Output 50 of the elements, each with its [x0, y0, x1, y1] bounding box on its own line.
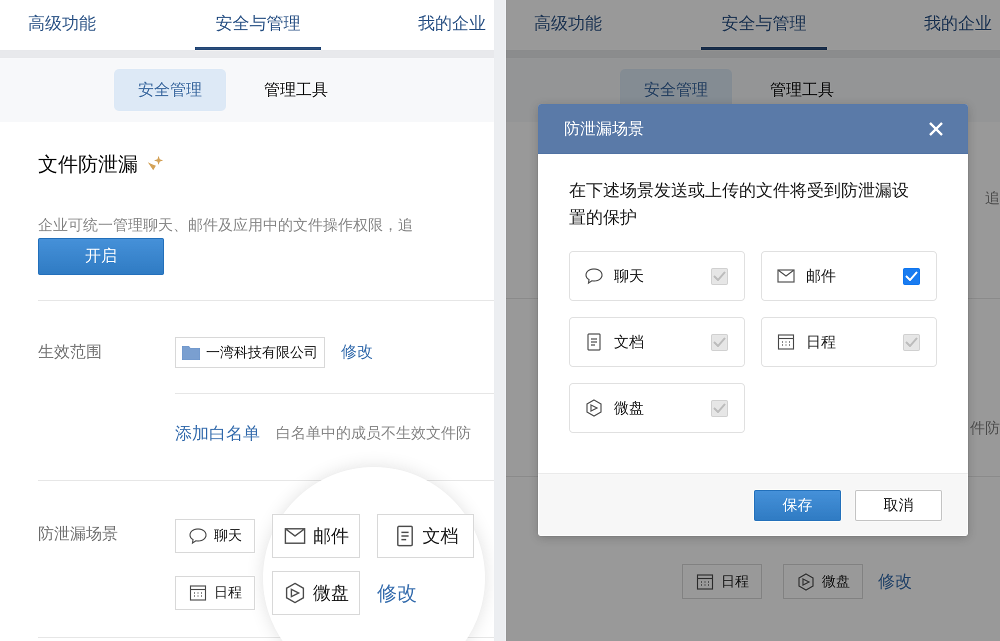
description-text: 追	[985, 189, 1000, 208]
sub-tab[interactable]: 安全管理	[114, 69, 226, 111]
scene-chip: 日程	[175, 576, 255, 610]
calendar-icon	[776, 332, 796, 352]
chat-bubble-icon	[584, 266, 604, 286]
option-label: 聊天	[614, 266, 645, 286]
sub-tab[interactable]: 管理工具	[770, 69, 834, 111]
checkbox[interactable]	[903, 268, 920, 284]
scene-chip: 微盘	[272, 571, 360, 615]
description-text: 企业可统一管理聊天、邮件及应用中的文件操作权限，追	[38, 215, 414, 236]
cancel-button[interactable]: 取消	[855, 490, 942, 520]
folder-icon	[182, 345, 200, 360]
close-icon	[928, 121, 944, 137]
add-whitelist-link[interactable]: 添加白名单	[175, 422, 260, 444]
edit-link[interactable]: 修改	[341, 342, 373, 363]
nav-tab[interactable]: 我的企业	[418, 0, 486, 50]
scene-chip: 日程	[682, 564, 762, 599]
option-label: 日程	[806, 332, 837, 352]
hexagon-icon	[796, 572, 816, 592]
dialog-title: 防泄漏场景	[564, 118, 644, 140]
option-label: 微盘	[614, 398, 645, 418]
sub-tab[interactable]: 管理工具	[264, 69, 328, 111]
hexagon-icon	[584, 398, 604, 418]
org-name: 一湾科技有限公司	[206, 344, 318, 362]
field-label: 防泄漏场景	[38, 524, 119, 545]
nav-tab[interactable]: 我的企业	[924, 0, 992, 50]
field-label: 生效范围	[38, 342, 103, 363]
hexagon-icon	[283, 581, 307, 605]
dialog-message: 在下述场景发送或上传的文件将受到防泄漏设置的保护	[569, 180, 910, 230]
scene-chip: 聊天	[175, 519, 255, 553]
close-button[interactable]	[928, 121, 944, 137]
nav-tab[interactable]: 高级功能	[534, 0, 602, 50]
scene-option[interactable]: 邮件	[761, 251, 937, 301]
page-title: 文件防泄漏	[38, 150, 138, 178]
save-button[interactable]: 保存	[754, 490, 841, 520]
chat-bubble-icon	[188, 526, 208, 546]
whitelist-note: 白名单中的成员不生效文件防	[276, 424, 471, 442]
option-label: 文档	[614, 332, 645, 352]
whitelist-note: 件防	[970, 419, 1000, 438]
edit-link[interactable]: 修改	[377, 580, 474, 606]
scene-chip: 邮件	[272, 514, 360, 558]
option-label: 邮件	[806, 266, 837, 286]
scene-chip: 微盘	[783, 564, 863, 599]
scene-chip: 文档	[377, 514, 474, 558]
sparkle-icon	[146, 155, 164, 173]
edit-link[interactable]: 修改	[878, 570, 912, 593]
calendar-icon	[695, 572, 715, 592]
nav-tab[interactable]: 高级功能	[28, 0, 96, 50]
calendar-icon	[188, 583, 208, 603]
enable-button[interactable]: 开启	[38, 238, 164, 275]
